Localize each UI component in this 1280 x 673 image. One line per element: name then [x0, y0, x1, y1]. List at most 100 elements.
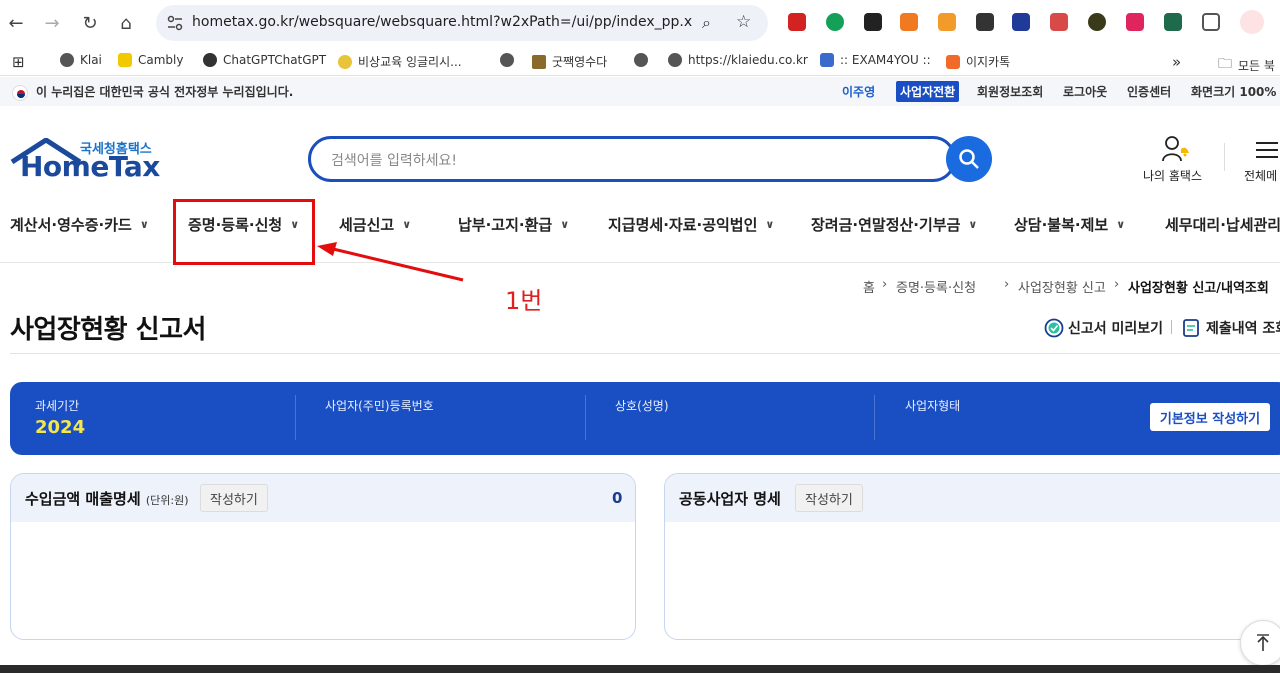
- bookmark-star-icon[interactable]: ☆: [736, 12, 751, 32]
- gnb-invoice-receipt-card[interactable]: 계산서·영수증·카드 ∨: [10, 214, 149, 235]
- bookmark-globe-2[interactable]: [634, 53, 648, 67]
- user-name-link[interactable]: 이주영: [842, 83, 875, 100]
- breadcrumb-current: 사업장현황 신고/내역조회: [1128, 281, 1269, 296]
- gnb-tax-filing[interactable]: 세금신고 ∨: [339, 214, 411, 235]
- gov-banner-text: 이 누리집은 대한민국 공식 전자정부 누리집입니다.: [36, 85, 294, 99]
- taxpayer-summary-panel: [10, 382, 1280, 455]
- send-extension-icon[interactable]: [976, 13, 994, 31]
- apps-grid-icon[interactable]: ⊞: [12, 53, 25, 71]
- home-icon[interactable]: ⌂: [114, 11, 138, 35]
- search-icon: [959, 149, 979, 169]
- chatgpt-icon: [203, 53, 217, 67]
- grammarly-icon[interactable]: [826, 13, 844, 31]
- all-menu-label: 전체메: [1244, 169, 1278, 183]
- metamask-icon[interactable]: [938, 13, 956, 31]
- search-box[interactable]: 검색어를 입력하세요!: [308, 136, 956, 182]
- arrow-up-icon: [1257, 634, 1269, 651]
- my-hometax-label: 나의 홈택스: [1143, 169, 1203, 183]
- search-input[interactable]: 검색어를 입력하세요!: [331, 150, 457, 170]
- joint-business-write-button[interactable]: 작성하기: [795, 484, 863, 512]
- annotation-arrow-icon: [317, 242, 464, 282]
- breadcrumb-separator-icon: ›: [1004, 277, 1010, 292]
- switch-business-button[interactable]: 사업자전환: [896, 81, 960, 102]
- exam4you-icon: [820, 53, 834, 67]
- bookmark-goodjjack[interactable]: 굿짹영수다: [532, 53, 607, 70]
- shield-extension-icon[interactable]: [1164, 13, 1182, 31]
- cert-center-link[interactable]: 인증센터: [1127, 83, 1171, 100]
- business-type-label: 사업자형태: [905, 399, 961, 413]
- site-settings-icon[interactable]: [166, 14, 184, 32]
- gnb-tax-agent[interactable]: 세무대리·납세관리: [1165, 214, 1280, 235]
- divider: [585, 395, 586, 440]
- revenue-write-button[interactable]: 작성하기: [200, 484, 268, 512]
- bookmark-klai[interactable]: Klai: [60, 53, 102, 67]
- divider: [295, 395, 296, 440]
- bookmarks-bar: ⊞ Klai Cambly ChatGPTChatGPT 비상교육 잉글리시..…: [0, 46, 1280, 76]
- tax-period-label: 과세기간: [35, 399, 80, 413]
- extension-icon[interactable]: [1012, 13, 1030, 31]
- extension-icon[interactable]: [864, 13, 882, 31]
- page-title: 사업장현황 신고서: [10, 315, 206, 345]
- joint-business-title: 공동사업자 명세: [679, 490, 781, 508]
- chevron-down-icon: ∨: [560, 218, 570, 231]
- logout-link[interactable]: 로그아웃: [1063, 83, 1107, 100]
- document-list-icon: [1183, 319, 1199, 337]
- breadcrumb-home[interactable]: 홈: [863, 277, 875, 296]
- bookmark-cambly[interactable]: Cambly: [118, 53, 183, 67]
- breadcrumb-separator-icon: ›: [882, 277, 888, 292]
- company-name-label: 상호(성명): [615, 399, 669, 413]
- bookmark-klaiedu[interactable]: https://klaiedu.co.kr: [668, 53, 808, 67]
- gnb-payment-statement[interactable]: 지급명세·자료·공익법인 ∨: [608, 214, 774, 235]
- korea-flag-icon: [12, 85, 28, 101]
- basic-info-button[interactable]: 기본정보 작성하기: [1150, 403, 1270, 431]
- video-extension-icon[interactable]: [1126, 13, 1144, 31]
- all-bookmarks-folder[interactable]: 🗀 모든 북: [1218, 53, 1275, 77]
- ex-extension-icon[interactable]: [900, 13, 918, 31]
- bookmark-globe[interactable]: [500, 53, 514, 67]
- chevron-down-icon: ∨: [765, 218, 775, 231]
- hometax-logo[interactable]: HomeTax: [20, 150, 160, 183]
- bookmark-easykatok[interactable]: 이지카톡: [946, 53, 1010, 70]
- watermelon-icon[interactable]: [1050, 13, 1068, 31]
- extension-icon[interactable]: [1088, 13, 1106, 31]
- menu-icon[interactable]: [1254, 140, 1278, 160]
- gnb-consult-appeal[interactable]: 상담·불복·제보 ∨: [1014, 214, 1125, 235]
- chevron-down-icon: ∨: [139, 218, 149, 231]
- pdf-extension-icon[interactable]: [788, 13, 806, 31]
- zoom-icon[interactable]: ⌕: [702, 13, 711, 33]
- bookmark-visang[interactable]: 비상교육 잉글리시...: [338, 53, 462, 70]
- reload-icon[interactable]: ↻: [78, 11, 102, 35]
- screen-size-control[interactable]: 화면크기 100%: [1191, 83, 1276, 100]
- extensions-puzzle-icon[interactable]: [1202, 13, 1220, 31]
- bookmark-chatgpt[interactable]: ChatGPTChatGPT: [203, 53, 326, 67]
- tax-period-value: 2024: [35, 417, 86, 438]
- submitted-history-button[interactable]: 제출내역 조회: [1182, 318, 1280, 338]
- address-bar[interactable]: hometax.go.kr/websquare/websquare.html?w…: [156, 5, 768, 41]
- chevron-down-icon: ∨: [968, 218, 978, 231]
- bookmark-exam4you[interactable]: :: EXAM4YOU ::: [820, 53, 931, 67]
- revenue-sales-title: 수입금액 매출명세 (단위:원): [25, 490, 189, 508]
- globe-icon: [500, 53, 514, 67]
- more-bookmarks-icon[interactable]: »: [1172, 53, 1181, 71]
- annotation-label: 1번: [505, 287, 543, 315]
- breadcrumb-item[interactable]: 사업장현황 신고: [1018, 277, 1106, 296]
- globe-icon: [60, 53, 74, 67]
- preview-button[interactable]: 신고서 미리보기: [1044, 318, 1163, 338]
- browser-toolbar: ← → ↻ ⌂ hometax.go.kr/websquare/websquar…: [0, 0, 1280, 46]
- back-icon[interactable]: ←: [4, 11, 28, 35]
- member-info-link[interactable]: 회원정보조회: [977, 83, 1043, 100]
- annotation-highlight-box: [173, 199, 315, 265]
- my-hometax-button[interactable]: [1143, 135, 1209, 167]
- profile-avatar[interactable]: [1240, 10, 1264, 34]
- goodjjack-icon: [532, 54, 546, 69]
- gnb-incentive-yearend[interactable]: 장려금·연말정산·기부금 ∨: [811, 214, 977, 235]
- search-button[interactable]: [946, 136, 992, 182]
- os-taskbar: [0, 665, 1280, 673]
- breadcrumb-item[interactable]: 증명·등록·신청: [896, 277, 976, 296]
- gnb-payment-refund[interactable]: 납부·고지·환급 ∨: [458, 214, 569, 235]
- globe-icon: [668, 53, 682, 67]
- forward-icon[interactable]: →: [40, 11, 64, 35]
- scroll-to-top-button[interactable]: [1240, 620, 1280, 666]
- globe-icon: [634, 53, 648, 67]
- revenue-total-value: 0: [612, 489, 623, 507]
